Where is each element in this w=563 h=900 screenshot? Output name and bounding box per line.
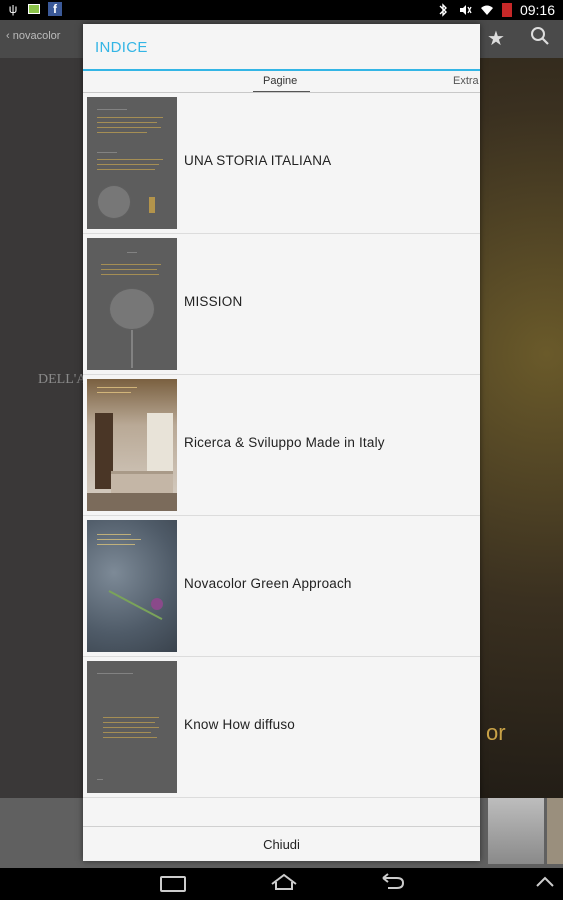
- star-icon: ★: [487, 28, 505, 50]
- background-page-right: [480, 58, 563, 798]
- index-item-label: Ricerca & Sviluppo Made in Italy: [184, 435, 385, 450]
- dialog-title: INDICE: [95, 39, 148, 56]
- page-thumbnail: [87, 520, 177, 652]
- mute-icon: [458, 3, 472, 17]
- background-thumbnail: [547, 798, 563, 864]
- index-item-label: UNA STORIA ITALIANA: [184, 153, 332, 168]
- index-list: UNA STORIA ITALIANA MISSION Ricerca & Sv…: [83, 94, 480, 822]
- navigation-bar: [0, 868, 563, 900]
- usb-icon: ψ: [8, 2, 18, 16]
- tab-extra[interactable]: Extra: [453, 75, 479, 87]
- dialog-footer: Chiudi: [83, 826, 480, 861]
- background-thumbnail: [488, 798, 544, 864]
- wifi-icon: [480, 3, 494, 17]
- status-bar-right: 09:16: [436, 2, 555, 18]
- page-thumbnail: [87, 97, 177, 229]
- back-icon[interactable]: [380, 872, 406, 898]
- index-item-label: Know How diffuso: [184, 717, 296, 732]
- tab-bar: Pagine Extra: [83, 71, 480, 93]
- tab-indicator: [253, 91, 310, 92]
- recent-apps-icon[interactable]: [160, 876, 186, 892]
- status-bar: ψ f 09:16: [0, 0, 563, 20]
- index-item-label: Novacolor Green Approach: [184, 576, 352, 591]
- battery-full-icon: [28, 4, 40, 14]
- index-item-know-how[interactable]: Know How diffuso: [83, 658, 480, 798]
- background-page-left: [0, 58, 84, 798]
- close-button[interactable]: Chiudi: [83, 837, 480, 852]
- bluetooth-icon: [436, 3, 450, 17]
- index-item-mission[interactable]: MISSION: [83, 235, 480, 375]
- battery-low-icon: [501, 3, 512, 17]
- status-time: 09:16: [519, 2, 555, 18]
- index-item-ricerca-sviluppo[interactable]: Ricerca & Sviluppo Made in Italy: [83, 376, 480, 516]
- background-back-link: ‹ novacolor: [6, 30, 61, 42]
- page-thumbnail: [87, 379, 177, 511]
- index-item-green-approach[interactable]: Novacolor Green Approach: [83, 517, 480, 657]
- index-dialog: INDICE Pagine Extra UNA STORIA ITALIANA: [83, 24, 480, 861]
- index-item-una-storia-italiana[interactable]: UNA STORIA ITALIANA: [83, 94, 480, 234]
- search-icon: [530, 26, 550, 52]
- background-left-text: DELL'A: [38, 372, 87, 387]
- background-right-text: or: [486, 720, 506, 745]
- tab-pagine[interactable]: Pagine: [263, 75, 297, 87]
- status-bar-left: ψ f: [6, 2, 62, 16]
- page-thumbnail: [87, 661, 177, 793]
- index-item-label: MISSION: [184, 294, 243, 309]
- home-icon[interactable]: [269, 872, 299, 898]
- page-thumbnail: [87, 238, 177, 370]
- chevron-up-icon[interactable]: [534, 872, 556, 898]
- facebook-icon: f: [48, 2, 62, 16]
